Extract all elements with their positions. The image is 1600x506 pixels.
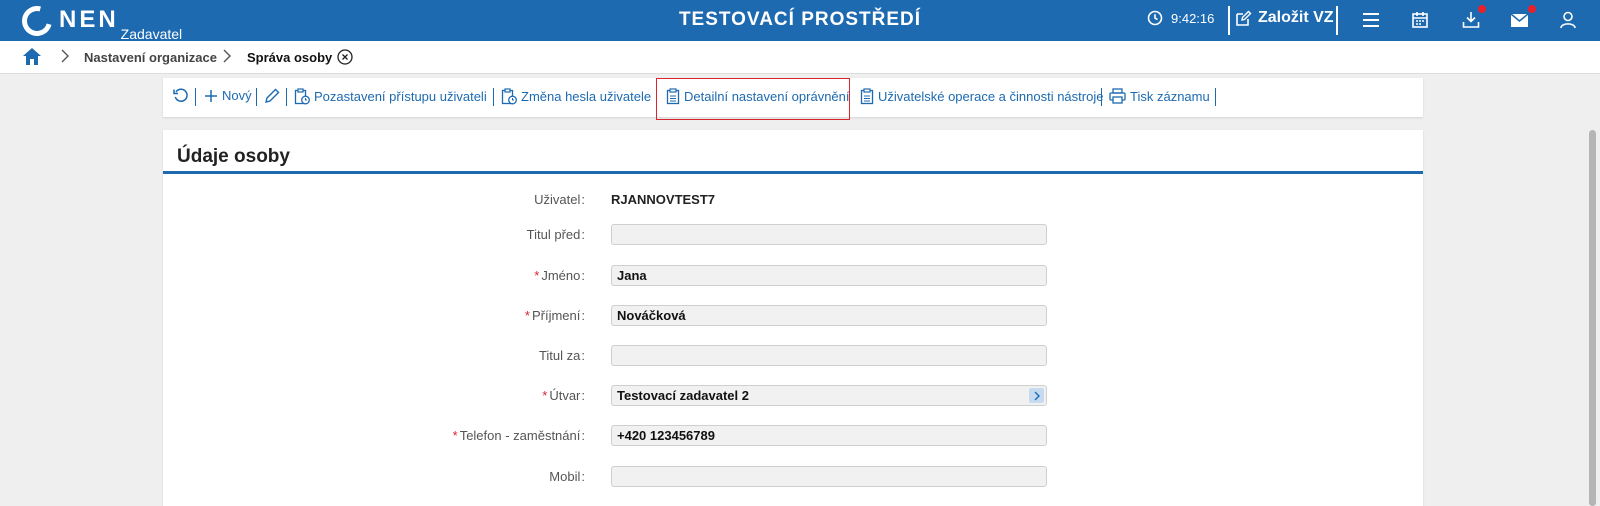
suspend-access-button[interactable]: Pozastavení přístupu uživateli bbox=[294, 88, 487, 105]
clock-icon bbox=[1147, 10, 1163, 26]
row-last-name: * Příjmení: bbox=[163, 305, 1423, 327]
label-work-phone: * Telefon - zaměstnání: bbox=[452, 428, 585, 443]
session-time: 9:42:16 bbox=[1171, 10, 1215, 26]
toolbar-divider bbox=[256, 88, 257, 106]
pencil-icon bbox=[265, 88, 280, 103]
first-name-input[interactable] bbox=[611, 265, 1047, 286]
close-tab-icon[interactable] bbox=[337, 49, 353, 68]
chevron-right-icon[interactable] bbox=[1029, 388, 1044, 403]
new-button-label: Nový bbox=[222, 88, 252, 103]
label-department: * Útvar: bbox=[542, 388, 585, 403]
toolbar-divider bbox=[1215, 88, 1216, 106]
row-work-phone: * Telefon - zaměstnání: bbox=[163, 425, 1423, 447]
required-marker: * bbox=[452, 428, 458, 443]
required-marker: * bbox=[524, 308, 530, 323]
calendar-icon[interactable] bbox=[1410, 10, 1430, 30]
logo-subtitle: Zadavatel bbox=[120, 26, 183, 42]
clipboard-clock-icon bbox=[294, 88, 310, 105]
header-divider bbox=[1228, 6, 1230, 35]
label-user: Uživatel: bbox=[534, 192, 585, 207]
title-before-input[interactable] bbox=[611, 224, 1047, 245]
required-marker: * bbox=[542, 388, 548, 403]
edit-button[interactable] bbox=[264, 88, 280, 104]
work-phone-input[interactable] bbox=[611, 425, 1047, 446]
user-icon[interactable] bbox=[1558, 10, 1578, 30]
row-title-after: Titul za: bbox=[163, 345, 1423, 367]
plus-icon bbox=[205, 89, 217, 102]
toolbar-divider bbox=[1101, 88, 1102, 106]
row-first-name: * Jméno: bbox=[163, 265, 1423, 287]
title-after-input[interactable] bbox=[611, 345, 1047, 366]
value-user: RJANNOVTEST7 bbox=[611, 192, 716, 207]
clipboard-clock-icon bbox=[501, 88, 517, 105]
download-icon[interactable] bbox=[1461, 10, 1481, 30]
nen-logo[interactable]: NEN Zadavatel bbox=[16, 0, 182, 42]
logo-text: NEN bbox=[59, 6, 119, 33]
printer-icon bbox=[1109, 88, 1126, 104]
session-clock: 9:42:16 bbox=[1147, 10, 1214, 26]
row-department: * Útvar: bbox=[163, 385, 1423, 407]
suspend-access-label: Pozastavení přístupu uživateli bbox=[314, 89, 487, 104]
row-user: Uživatel: RJANNOVTEST7 bbox=[163, 189, 1423, 211]
clipboard-icon bbox=[860, 88, 874, 105]
toolbar-divider bbox=[286, 88, 287, 106]
edit-icon bbox=[1236, 10, 1252, 26]
row-mobile: Mobil: bbox=[163, 466, 1423, 488]
label-first-name: * Jméno: bbox=[534, 268, 585, 283]
person-details-card: Údaje osoby Uživatel: RJANNOVTEST7 Titul… bbox=[163, 130, 1423, 506]
top-header: NEN Zadavatel TESTOVACÍ PROSTŘEDÍ 9:42:1… bbox=[0, 0, 1600, 42]
create-tender-label: Založit VZ bbox=[1258, 9, 1334, 26]
toolbar-divider bbox=[493, 88, 494, 106]
chevron-right-icon bbox=[60, 49, 70, 66]
new-button[interactable]: Nový bbox=[204, 88, 252, 103]
user-operations-label: Uživatelské operace a činnosti nástroje bbox=[878, 89, 1104, 104]
label-title-after: Titul za: bbox=[538, 348, 585, 363]
refresh-button[interactable] bbox=[173, 88, 189, 104]
header-divider bbox=[1336, 6, 1338, 35]
row-title-before: Titul před: bbox=[163, 224, 1423, 246]
label-mobile: Mobil: bbox=[549, 469, 585, 484]
card-title: Údaje osoby bbox=[177, 146, 290, 167]
mail-badge bbox=[1528, 5, 1536, 13]
title-underline bbox=[163, 171, 1423, 174]
create-tender-button[interactable]: Založit VZ bbox=[1235, 9, 1334, 27]
user-operations-button[interactable]: Uživatelské operace a činnosti nástroje bbox=[860, 88, 1103, 105]
change-password-button[interactable]: Změna hesla uživatele bbox=[501, 88, 651, 105]
required-marker: * bbox=[534, 268, 540, 283]
breadcrumb: Nastavení organizace Správa osoby bbox=[0, 41, 1600, 74]
environment-title: TESTOVACÍ PROSTŘEDÍ bbox=[678, 9, 922, 30]
chevron-right-icon bbox=[222, 49, 232, 66]
label-last-name: * Příjmení: bbox=[524, 308, 585, 323]
highlight-frame bbox=[656, 78, 850, 120]
print-record-button[interactable]: Tisk záznamu bbox=[1109, 88, 1210, 104]
last-name-input[interactable] bbox=[611, 305, 1047, 326]
mail-icon[interactable] bbox=[1509, 10, 1529, 30]
label-title-before: Titul před: bbox=[526, 227, 585, 242]
menu-icon[interactable] bbox=[1361, 10, 1381, 30]
mobile-input[interactable] bbox=[611, 466, 1047, 487]
breadcrumb-item-organization[interactable]: Nastavení organizace bbox=[84, 50, 217, 65]
scrollbar-thumb[interactable] bbox=[1589, 130, 1596, 506]
download-badge bbox=[1478, 5, 1486, 13]
print-record-label: Tisk záznamu bbox=[1130, 88, 1210, 104]
toolbar-divider bbox=[195, 88, 196, 106]
refresh-icon bbox=[173, 88, 188, 102]
logo-ring-icon bbox=[16, 0, 58, 42]
home-icon[interactable] bbox=[22, 47, 42, 69]
breadcrumb-item-current: Správa osoby bbox=[247, 50, 333, 65]
department-input[interactable] bbox=[611, 385, 1047, 406]
change-password-label: Změna hesla uživatele bbox=[521, 89, 652, 104]
